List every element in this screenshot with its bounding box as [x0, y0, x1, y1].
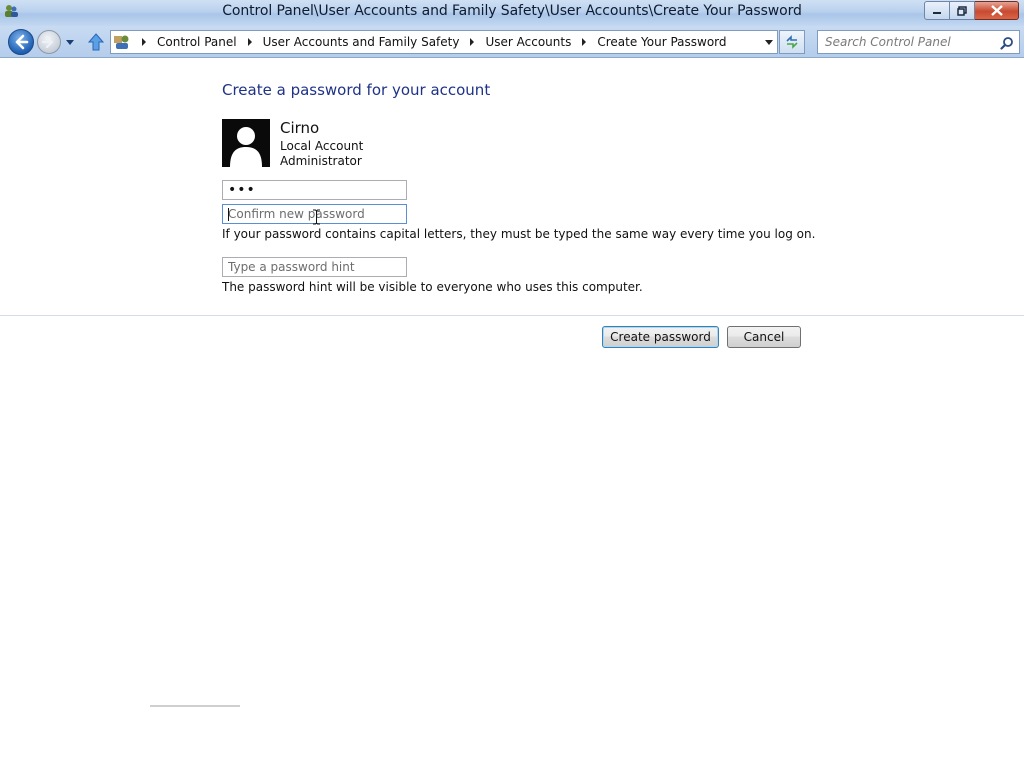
forward-button[interactable]: [37, 30, 61, 54]
back-arrow-icon: [15, 34, 29, 50]
window-title: Control Panel\User Accounts and Family S…: [222, 3, 802, 19]
title-bar: Control Panel\User Accounts and Family S…: [0, 0, 1024, 26]
restore-icon: [957, 5, 967, 16]
control-panel-icon: [114, 35, 129, 49]
ibeam-cursor-icon: [313, 209, 320, 225]
account-role: Administrator: [280, 154, 362, 168]
search-input[interactable]: [825, 35, 1000, 49]
page-heading: Create a password for your account: [222, 81, 491, 99]
back-button[interactable]: [8, 29, 34, 55]
recent-pages-dropdown-icon[interactable]: [64, 36, 76, 48]
account-type: Local Account: [280, 139, 364, 153]
content-area: Create a password for your account Cirno…: [0, 59, 1024, 768]
cancel-button[interactable]: Cancel: [727, 326, 801, 348]
restore-button[interactable]: [950, 1, 975, 20]
address-bar[interactable]: Control Panel User Accounts and Family S…: [110, 30, 778, 54]
breadcrumb-create-your-password[interactable]: Create Your Password: [597, 35, 726, 49]
new-password-field[interactable]: [222, 180, 407, 200]
password-hint-note: The password hint will be visible to eve…: [222, 280, 643, 294]
up-arrow-icon[interactable]: [87, 32, 105, 52]
minimize-icon: [933, 11, 941, 14]
breadcrumb-control-panel[interactable]: Control Panel: [157, 35, 237, 49]
refresh-button[interactable]: [779, 30, 805, 54]
breadcrumb-separator-icon[interactable]: [580, 38, 588, 46]
navigation-bar: Control Panel User Accounts and Family S…: [0, 26, 1024, 58]
breadcrumb-separator-icon[interactable]: [140, 38, 148, 46]
minimize-button[interactable]: [924, 1, 950, 20]
avatar: [222, 119, 270, 167]
control-panel-window: Control Panel\User Accounts and Family S…: [0, 0, 1024, 768]
refresh-icon: [786, 35, 798, 49]
close-icon: [990, 5, 1003, 16]
breadcrumb-user-accounts[interactable]: User Accounts: [485, 35, 571, 49]
bottom-edge-mark: [150, 705, 240, 707]
address-dropdown-icon[interactable]: [764, 37, 774, 47]
password-hint-field[interactable]: [222, 257, 407, 277]
user-silhouette-icon: [230, 127, 262, 167]
create-password-button[interactable]: Create password: [602, 326, 719, 348]
capital-letters-note: If your password contains capital letter…: [222, 227, 816, 241]
breadcrumb-separator-icon[interactable]: [468, 38, 476, 46]
close-button[interactable]: [975, 1, 1019, 20]
user-name: Cirno: [280, 119, 320, 137]
window-controls: [924, 1, 1019, 20]
text-caret: [228, 208, 229, 221]
forward-arrow-icon: [41, 35, 54, 49]
search-icon[interactable]: [1000, 36, 1014, 50]
divider: [0, 315, 1024, 316]
breadcrumb-user-accounts-family-safety[interactable]: User Accounts and Family Safety: [263, 35, 460, 49]
breadcrumb-separator-icon[interactable]: [246, 38, 254, 46]
search-box[interactable]: [817, 30, 1020, 54]
